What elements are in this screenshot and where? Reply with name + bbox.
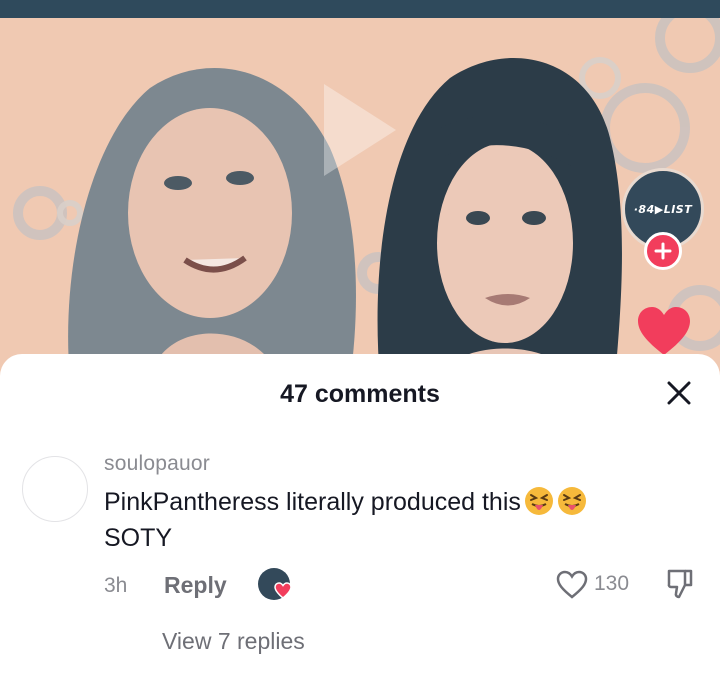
squinting-tongue-emoji-icon	[524, 487, 553, 515]
close-icon[interactable]	[664, 378, 694, 408]
play-icon[interactable]	[320, 80, 400, 180]
comment-text: PinkPantheress literally produced this S…	[104, 484, 684, 556]
reply-button[interactable]: Reply	[164, 572, 227, 599]
comment-timestamp: 3h	[104, 574, 128, 597]
video-player[interactable]: ·84▶LIST	[0, 0, 720, 380]
heart-icon[interactable]	[636, 305, 692, 357]
creator-badge-text: ·84▶LIST	[633, 202, 693, 216]
video-frame	[0, 18, 720, 380]
comment-text-line2: SOTY	[104, 524, 173, 552]
follow-button[interactable]	[644, 232, 682, 270]
thumbs-down-icon[interactable]	[666, 568, 694, 600]
like-count: 130	[594, 572, 630, 595]
comment-item: soulopauor PinkPantheress literally prod…	[0, 450, 720, 690]
comments-count-title: 47 comments	[280, 380, 440, 408]
avatar[interactable]	[22, 456, 88, 522]
comments-sheet: 47 comments soulopauor PinkPantheress li…	[0, 354, 720, 697]
status-bar	[0, 0, 720, 18]
squinting-tongue-emoji-icon	[557, 487, 586, 515]
heart-icon	[274, 582, 292, 599]
comment-username[interactable]: soulopauor	[104, 452, 210, 476]
plus-icon	[654, 242, 672, 260]
view-replies-button[interactable]: View 7 replies	[162, 628, 305, 655]
heart-outline-icon[interactable]	[556, 570, 588, 600]
comment-text-line1: PinkPantheress literally produced this	[104, 488, 521, 516]
